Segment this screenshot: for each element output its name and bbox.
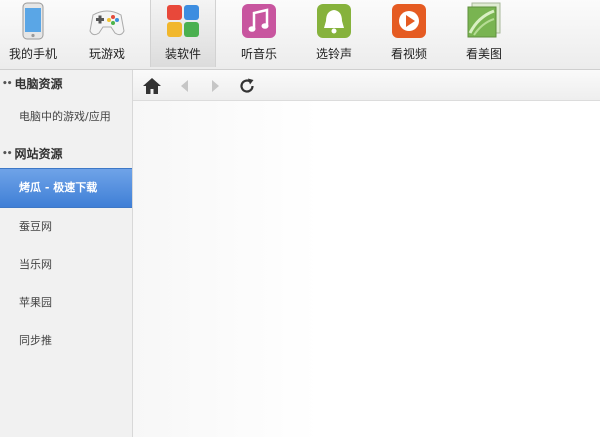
tool-my-phone[interactable]: 我的手机	[0, 0, 66, 67]
apps-grid-icon	[163, 1, 203, 41]
section-title: 网站资源	[14, 147, 63, 161]
forward-arrow-icon[interactable]	[205, 76, 225, 96]
sidebar-item-pingguoyuan[interactable]: 苹果园	[0, 284, 132, 322]
section-title: 电脑资源	[14, 77, 63, 91]
play-video-icon	[389, 1, 429, 41]
tool-label: 玩游戏	[88, 47, 125, 61]
sidebar-item-kaogua[interactable]: 烤瓜 - 极速下载	[0, 168, 132, 208]
collapse-dots-icon: ••	[2, 79, 12, 89]
tool-label: 选铃声	[315, 47, 352, 61]
tool-view-pictures[interactable]: 看美图	[451, 0, 517, 67]
sidebar: •• 电脑资源 电脑中的游戏/应用 •• 网站资源 烤瓜 - 极速下载 蚕豆网 …	[0, 70, 133, 437]
top-toolbar: 我的手机 玩游戏 装软件 听音乐 选铃声 看视频 看美图	[0, 0, 600, 70]
sidebar-item-dangle[interactable]: 当乐网	[0, 246, 132, 284]
tool-label: 装软件	[164, 47, 201, 61]
refresh-icon[interactable]	[237, 76, 257, 96]
collapse-dots-icon: ••	[2, 149, 12, 159]
music-note-icon	[239, 1, 279, 41]
tool-label: 看视频	[390, 47, 427, 61]
back-arrow-icon[interactable]	[175, 76, 195, 96]
tool-label: 我的手机	[8, 47, 57, 61]
phone-icon	[13, 1, 53, 41]
tool-choose-ringtone[interactable]: 选铃声	[301, 0, 367, 67]
sidebar-item-candou[interactable]: 蚕豆网	[0, 208, 132, 246]
tool-label: 看美图	[465, 47, 502, 61]
section-web-resources[interactable]: •• 网站资源	[0, 140, 132, 168]
tool-listen-music[interactable]: 听音乐	[226, 0, 292, 67]
picture-icon	[464, 1, 504, 41]
tool-label: 听音乐	[240, 47, 277, 61]
sidebar-item-pc-games-apps[interactable]: 电脑中的游戏/应用	[0, 98, 132, 136]
section-pc-resources[interactable]: •• 电脑资源	[0, 70, 132, 98]
sidebar-item-tongbutui[interactable]: 同步推	[0, 322, 132, 360]
home-icon[interactable]	[142, 76, 162, 96]
tool-watch-video[interactable]: 看视频	[376, 0, 442, 67]
tool-play-games[interactable]: 玩游戏	[74, 0, 140, 67]
bell-icon	[314, 1, 354, 41]
tool-install-software[interactable]: 装软件	[150, 0, 216, 67]
browser-navbar	[133, 70, 600, 101]
web-content-area[interactable]	[133, 101, 600, 437]
gamepad-icon	[87, 1, 127, 41]
